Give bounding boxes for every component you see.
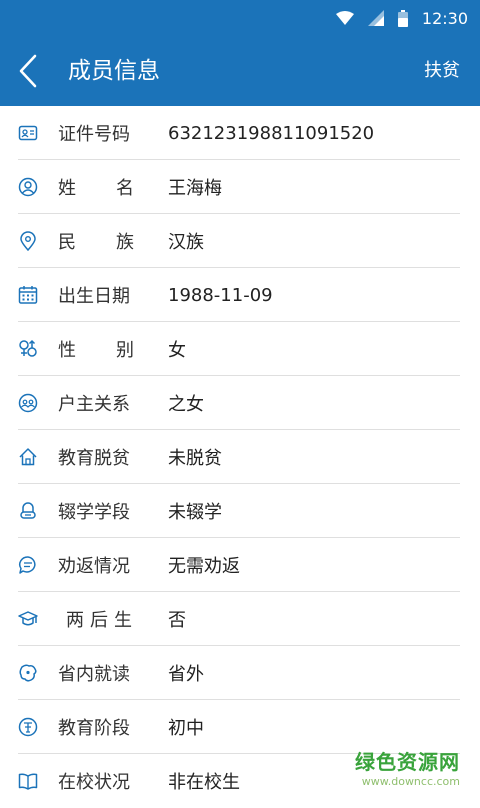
signal-icon xyxy=(367,10,384,26)
field-value: 省外 xyxy=(168,664,204,685)
field-value: 之女 xyxy=(168,394,204,415)
field-label: 教育脱贫 xyxy=(58,448,130,469)
field-label: 性别 xyxy=(58,340,134,361)
member-info-list: 证件号码 632123198811091520 姓名 王海梅民族 汉族出生日期 1988-… xyxy=(0,106,480,808)
field-value: 女 xyxy=(168,340,186,361)
chat-icon xyxy=(18,555,38,575)
location-pin-icon xyxy=(18,231,38,251)
field-label: 劝返情况 xyxy=(58,556,130,577)
field-label: 省内就读 xyxy=(58,664,130,685)
field-label: 两后生 xyxy=(66,610,138,631)
book-icon xyxy=(18,771,38,791)
back-arrow-icon xyxy=(19,54,37,88)
student-icon xyxy=(18,501,38,521)
calendar-icon xyxy=(18,285,38,305)
field-label: 辍学学段 xyxy=(58,502,130,523)
field-label: 户主关系 xyxy=(58,394,130,415)
field-value: 汉族 xyxy=(168,232,204,253)
info-row: 劝返情况 无需劝返 xyxy=(0,538,480,592)
field-value: 非在校生 xyxy=(168,772,240,793)
status-bar: 12:30 xyxy=(0,0,480,36)
app-bar: 成员信息 扶贫 xyxy=(0,36,480,106)
info-row: 性别 女 xyxy=(0,322,480,376)
info-row: 证件号码 632123198811091520 xyxy=(0,106,480,160)
watermark: 绿色资源网 www.downcc.com xyxy=(355,746,460,788)
back-button[interactable] xyxy=(14,54,42,88)
info-row: 户主关系 之女 xyxy=(0,376,480,430)
info-row: 姓名 王海梅 xyxy=(0,160,480,214)
field-label: 民族 xyxy=(58,232,134,253)
field-value: 初中 xyxy=(168,718,204,739)
user-icon xyxy=(18,177,38,197)
study-icon xyxy=(18,717,38,737)
info-row: 民族 汉族 xyxy=(0,214,480,268)
battery-icon xyxy=(397,9,408,27)
id-card-icon xyxy=(18,123,38,143)
field-value: 王海梅 xyxy=(168,178,222,199)
field-value: 1988-11-09 xyxy=(168,284,273,306)
info-row: 省内就读 省外 xyxy=(0,646,480,700)
field-value: 否 xyxy=(168,610,186,631)
watermark-title: 绿色资源网 xyxy=(355,750,460,774)
watermark-url: www.downcc.com xyxy=(361,775,460,788)
info-row: 辍学学段 未辍学 xyxy=(0,484,480,538)
poverty-relief-button[interactable]: 扶贫 xyxy=(424,36,460,106)
field-value: 无需劝返 xyxy=(168,556,240,577)
relation-icon xyxy=(18,393,38,413)
info-row: 教育脱贫 未脱贫 xyxy=(0,430,480,484)
status-time: 12:30 xyxy=(421,8,468,28)
home-icon xyxy=(18,447,38,467)
field-label: 证件号码 xyxy=(58,124,130,145)
field-label: 出生日期 xyxy=(58,286,130,307)
field-value: 未辍学 xyxy=(168,502,222,523)
graduation-cap-icon xyxy=(18,609,38,629)
field-label: 姓名 xyxy=(58,178,134,199)
field-label: 在校状况 xyxy=(58,772,130,793)
province-map-icon xyxy=(18,663,38,683)
field-label: 教育阶段 xyxy=(58,718,130,739)
info-row: 出生日期 1988-11-09 xyxy=(0,268,480,322)
wifi-icon xyxy=(335,11,354,25)
field-value: 632123198811091520 xyxy=(168,122,375,144)
field-value: 未脱贫 xyxy=(168,448,222,469)
info-row: 两后生 否 xyxy=(0,592,480,646)
gender-icon xyxy=(18,339,38,359)
page-title: 成员信息 xyxy=(68,58,160,84)
